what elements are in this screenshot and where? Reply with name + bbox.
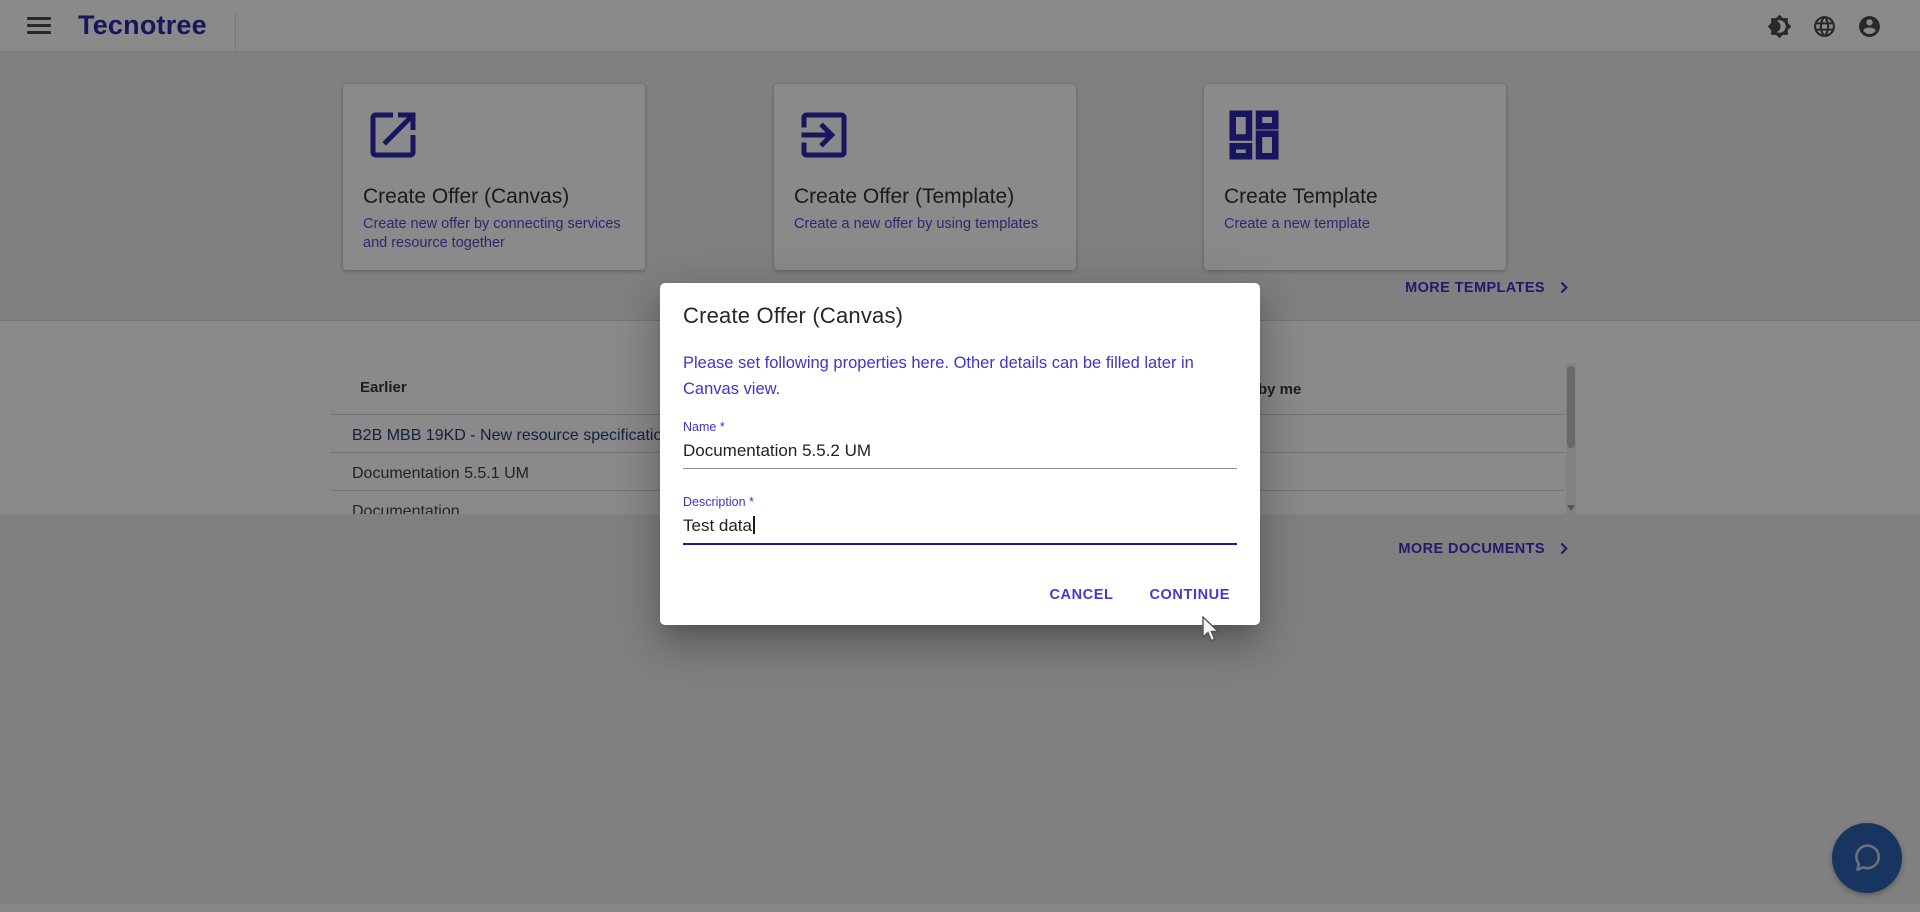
name-label: Name *: [683, 420, 1240, 434]
dialog-actions: CANCEL CONTINUE: [1035, 578, 1244, 612]
description-value: Test data: [683, 516, 752, 535]
name-input[interactable]: Documentation 5.5.2 UM: [683, 441, 1237, 469]
description-input[interactable]: Test data: [683, 516, 1237, 545]
description-label: Description *: [683, 495, 1240, 509]
name-field: Name * Documentation 5.5.2 UM: [683, 420, 1240, 469]
create-offer-canvas-dialog: Create Offer (Canvas) Please set followi…: [660, 283, 1260, 625]
dialog-info-text: Please set following properties here. Ot…: [683, 351, 1233, 402]
dialog-title: Create Offer (Canvas): [683, 303, 1240, 329]
continue-button[interactable]: CONTINUE: [1135, 578, 1244, 612]
text-caret: [753, 516, 755, 534]
cancel-button[interactable]: CANCEL: [1035, 578, 1127, 612]
description-field: Description * Test data: [683, 495, 1240, 545]
